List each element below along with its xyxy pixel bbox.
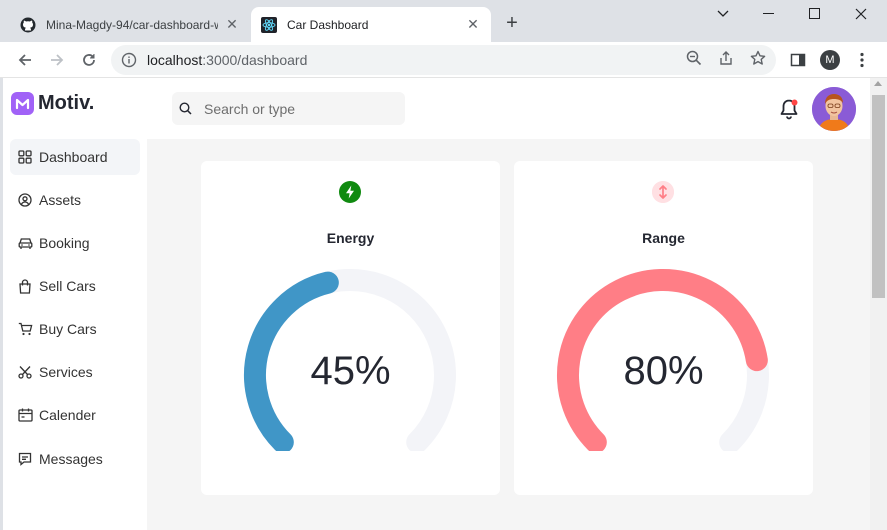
tab-close-icon[interactable]: ✕	[465, 16, 481, 33]
tab-title: Mina-Magdy-94/car-dashboard-w	[46, 17, 218, 32]
vertical-arrows-icon	[652, 181, 674, 203]
message-icon	[17, 451, 33, 467]
card-title: Range	[642, 230, 685, 246]
calendar-icon	[17, 407, 33, 423]
sidebar-item-calender[interactable]: Calender	[10, 397, 140, 433]
browser-tab-car-dashboard[interactable]: Car Dashboard ✕	[251, 7, 491, 42]
maximize-icon[interactable]	[792, 2, 838, 26]
browser-toolbar: localhost:3000/dashboard M	[0, 42, 887, 78]
dashboard-main: Energy 45% Range 80%	[147, 139, 870, 530]
lightning-icon	[339, 181, 361, 203]
notification-bell-icon[interactable]	[778, 98, 800, 120]
user-circle-icon	[17, 192, 33, 208]
range-card[interactable]: Range 80%	[514, 161, 813, 495]
sidebar-item-assets[interactable]: Assets	[10, 182, 140, 218]
sidebar-item-label: Buy Cars	[39, 321, 97, 337]
page-viewport: Motiv. Search or type Dashboard Assets B…	[0, 78, 887, 530]
tab-title: Car Dashboard	[287, 17, 369, 32]
cart-icon	[17, 321, 33, 337]
browser-menu-icon[interactable]	[850, 48, 874, 72]
card-title: Energy	[326, 230, 375, 246]
browser-tabstrip: Mina-Magdy-94/car-dashboard-w ✕ Car Dash…	[0, 0, 887, 42]
profile-initial: M	[820, 50, 840, 70]
bookmark-star-icon[interactable]	[749, 49, 767, 67]
page-scrollbar[interactable]	[870, 78, 887, 530]
sidebar-item-dashboard[interactable]: Dashboard	[10, 139, 140, 175]
sidebar-item-services[interactable]: Services	[10, 354, 140, 390]
scissors-icon	[17, 364, 33, 380]
sidebar-item-label: Sell Cars	[39, 278, 96, 294]
app-header: Motiv.	[3, 78, 870, 139]
gauge-value: 80%	[623, 349, 704, 393]
side-panel-icon[interactable]	[786, 48, 810, 72]
github-icon	[20, 17, 36, 33]
window-close-icon[interactable]	[838, 2, 884, 26]
sidebar-item-messages[interactable]: Messages	[10, 441, 140, 477]
energy-card[interactable]: Energy 45%	[201, 161, 500, 495]
share-icon[interactable]	[717, 49, 735, 67]
search-input[interactable]	[204, 100, 384, 117]
minimize-icon[interactable]	[746, 2, 792, 26]
sidebar-item-buy-cars[interactable]: Buy Cars	[10, 311, 140, 347]
tab-search-chevron-icon[interactable]	[700, 2, 746, 26]
car-icon	[17, 235, 33, 251]
browser-tab-github[interactable]: Mina-Magdy-94/car-dashboard-w ✕	[10, 7, 250, 42]
scroll-up-arrow-icon[interactable]	[874, 81, 882, 86]
search-box[interactable]	[172, 92, 405, 125]
reload-icon[interactable]	[75, 46, 103, 74]
sidebar-item-label: Calender	[39, 407, 96, 423]
logo-text: Motiv.	[38, 92, 95, 114]
user-avatar[interactable]	[812, 87, 856, 131]
tab-close-icon[interactable]: ✕	[224, 16, 240, 33]
search-icon	[178, 102, 192, 116]
sidebar-item-booking[interactable]: Booking	[10, 225, 140, 261]
sidebar-item-label: Booking	[39, 235, 90, 251]
info-icon[interactable]	[121, 52, 137, 68]
sidebar: Dashboard Assets Booking Sell Cars Buy C…	[3, 139, 147, 530]
zoom-icon[interactable]	[685, 49, 703, 67]
sidebar-item-label: Dashboard	[39, 149, 108, 165]
gauge-value: 45%	[310, 349, 391, 393]
grid-icon	[17, 149, 33, 165]
url-text: localhost:3000/dashboard	[147, 52, 308, 68]
app-logo[interactable]: Motiv.	[11, 92, 94, 115]
scrollbar-thumb[interactable]	[872, 95, 885, 298]
address-bar[interactable]: localhost:3000/dashboard	[111, 45, 776, 75]
back-arrow-icon[interactable]	[11, 46, 39, 74]
profile-avatar-icon[interactable]: M	[818, 48, 842, 72]
forward-arrow-icon[interactable]	[43, 46, 71, 74]
new-tab-icon[interactable]: +	[500, 11, 524, 35]
sidebar-item-label: Assets	[39, 192, 82, 208]
motiv-logo-icon	[11, 92, 34, 115]
sidebar-item-sell-cars[interactable]: Sell Cars	[10, 268, 140, 304]
react-icon	[261, 16, 277, 33]
sidebar-item-label: Services	[39, 364, 93, 380]
shopping-bag-icon	[17, 278, 33, 294]
sidebar-item-label: Messages	[39, 451, 103, 467]
